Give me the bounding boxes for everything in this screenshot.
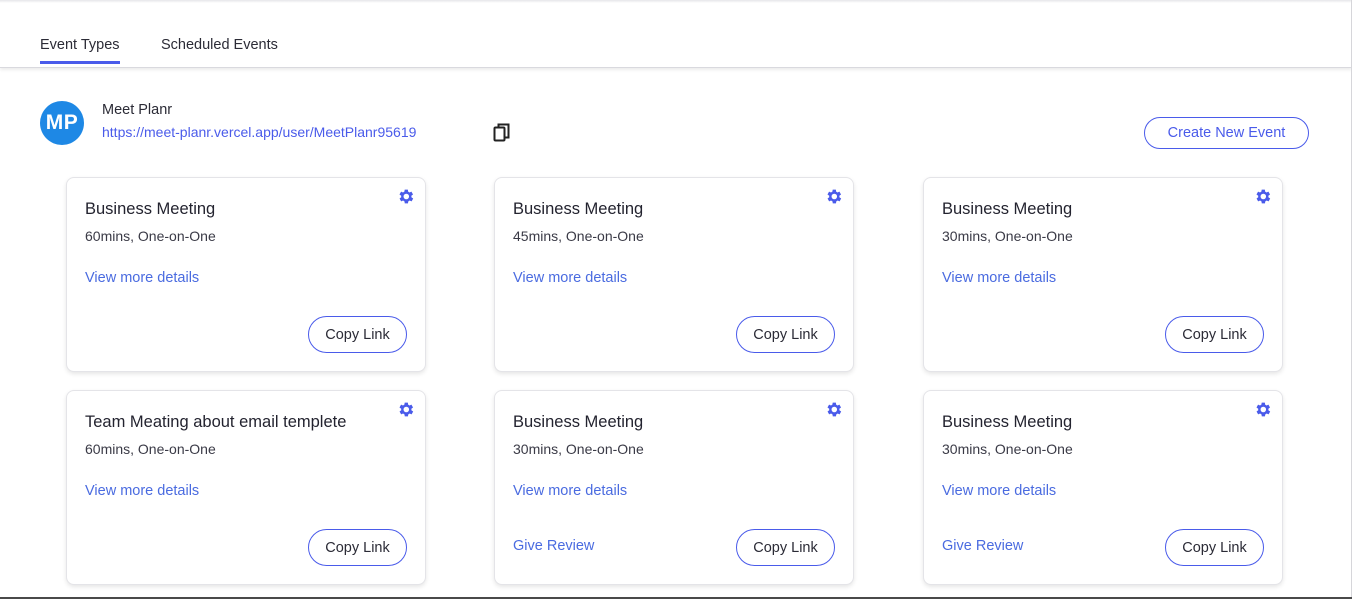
user-name: Meet Planr <box>102 102 173 118</box>
copy-link-button[interactable]: Copy Link <box>736 316 835 353</box>
view-details-link[interactable]: View more details <box>513 270 627 286</box>
view-details-link[interactable]: View more details <box>85 483 199 499</box>
gear-icon[interactable] <box>824 400 843 419</box>
event-card: Business Meeting 30mins, One-on-One View… <box>923 177 1283 372</box>
event-meta: 30mins, One-on-One <box>942 441 1073 457</box>
give-review-link[interactable]: Give Review <box>513 538 594 554</box>
view-details-link[interactable]: View more details <box>942 483 1056 499</box>
event-card: Team Meating about email templete 60mins… <box>66 390 426 585</box>
tab-event-types[interactable]: Event Types <box>40 37 120 64</box>
event-card: Business Meeting 30mins, One-on-One View… <box>494 390 854 585</box>
user-profile-link[interactable]: https://meet-planr.vercel.app/user/MeetP… <box>102 124 416 140</box>
gear-icon[interactable] <box>396 187 415 206</box>
view-details-link[interactable]: View more details <box>85 270 199 286</box>
event-title: Business Meeting <box>513 413 644 431</box>
gear-icon[interactable] <box>1253 187 1272 206</box>
copy-link-button[interactable]: Copy Link <box>1165 316 1264 353</box>
event-meta: 60mins, One-on-One <box>85 441 216 457</box>
tab-bar: Event Types Scheduled Events <box>0 0 1352 68</box>
avatar: MP <box>40 101 84 145</box>
copy-link-button[interactable]: Copy Link <box>308 529 407 566</box>
event-title: Team Meating about email templete <box>85 413 347 431</box>
event-meta: 60mins, One-on-One <box>85 228 216 244</box>
copy-icon[interactable] <box>493 123 511 143</box>
event-title: Business Meeting <box>942 200 1073 218</box>
gear-icon[interactable] <box>1253 400 1272 419</box>
event-card: Business Meeting 45mins, One-on-One View… <box>494 177 854 372</box>
gear-icon[interactable] <box>824 187 843 206</box>
event-card: Business Meeting 30mins, One-on-One View… <box>923 390 1283 585</box>
event-title: Business Meeting <box>513 200 644 218</box>
event-title: Business Meeting <box>85 200 216 218</box>
copy-link-button[interactable]: Copy Link <box>308 316 407 353</box>
event-title: Business Meeting <box>942 413 1073 431</box>
give-review-link[interactable]: Give Review <box>942 538 1023 554</box>
view-details-link[interactable]: View more details <box>942 270 1056 286</box>
create-new-event-button[interactable]: Create New Event <box>1144 117 1309 149</box>
view-details-link[interactable]: View more details <box>513 483 627 499</box>
copy-link-button[interactable]: Copy Link <box>736 529 835 566</box>
copy-link-button[interactable]: Copy Link <box>1165 529 1264 566</box>
event-meta: 30mins, One-on-One <box>942 228 1073 244</box>
event-meta: 30mins, One-on-One <box>513 441 644 457</box>
tab-scheduled-events[interactable]: Scheduled Events <box>161 37 278 64</box>
event-card: Business Meeting 60mins, One-on-One View… <box>66 177 426 372</box>
event-meta: 45mins, One-on-One <box>513 228 644 244</box>
gear-icon[interactable] <box>396 400 415 419</box>
